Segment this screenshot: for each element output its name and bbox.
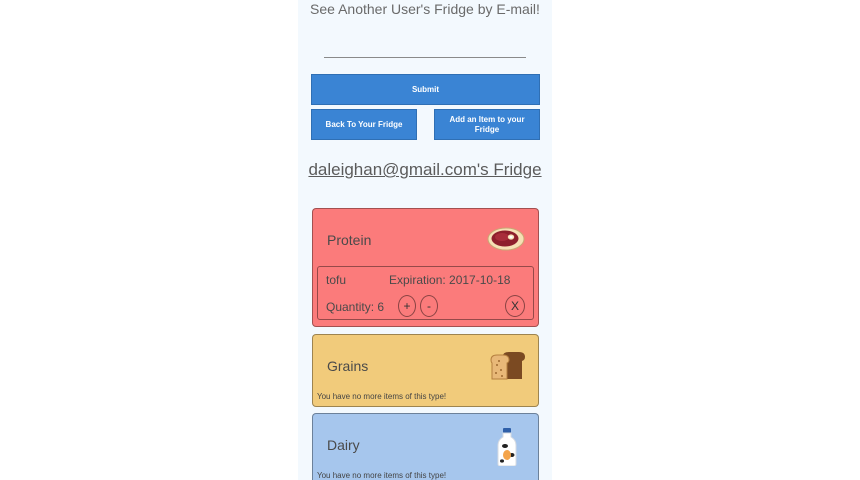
category-card-grains: Grains You have no more items of this ty… (312, 334, 539, 407)
item-name: tofu (326, 273, 347, 287)
empty-category-message: You have no more items of this type! (317, 392, 447, 401)
remove-item-button[interactable]: X (505, 295, 525, 317)
category-card-protein: Protein tofu Expiration: 2017-10-18 Quan… (312, 208, 539, 327)
bread-icon (490, 352, 525, 380)
increment-quantity-button[interactable]: + (398, 295, 416, 317)
fridge-owner-title: daleighan@gmail.com's Fridge (308, 160, 542, 179)
submit-button[interactable]: Submit (311, 74, 540, 105)
item-card: tofu Expiration: 2017-10-18 Quantity: 6 … (317, 266, 534, 320)
empty-category-message: You have no more items of this type! (317, 471, 447, 480)
item-expiration: Expiration: 2017-10-18 (389, 273, 511, 287)
email-search-input[interactable] (324, 40, 526, 58)
item-quantity: Quantity: 6 (326, 300, 385, 314)
back-to-fridge-button[interactable]: Back To Your Fridge (311, 109, 417, 140)
steak-icon (487, 227, 525, 251)
category-title: Grains (327, 358, 369, 374)
search-title: See Another User's Fridge by E-mail! (310, 1, 540, 17)
decrement-quantity-button[interactable]: - (420, 295, 438, 317)
milk-bottle-icon (497, 428, 517, 466)
app-column: See Another User's Fridge by E-mail! Sub… (298, 0, 552, 480)
add-item-button[interactable]: Add an Item to your Fridge (434, 109, 540, 140)
category-title: Protein (327, 232, 372, 248)
category-title: Dairy (327, 437, 360, 453)
category-card-dairy: Dairy You have no more items of this typ… (312, 413, 539, 480)
